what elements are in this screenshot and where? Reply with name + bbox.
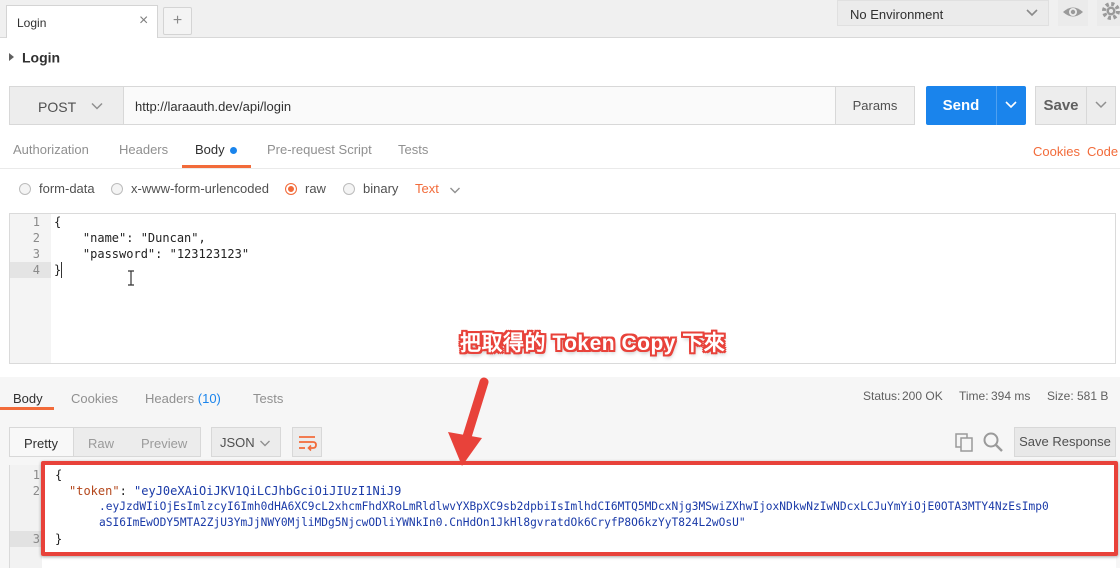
view-preview[interactable]: Preview <box>141 436 187 451</box>
ibeam-cursor-icon <box>128 270 134 286</box>
line-number: 3 <box>32 532 40 546</box>
save-response-button[interactable]: Save Response <box>1014 427 1116 457</box>
code-line: { <box>54 215 62 229</box>
line-number: 1 <box>32 215 40 229</box>
body-indicator-dot <box>229 147 237 155</box>
params-button[interactable]: Params <box>835 86 915 125</box>
line-number: 4 <box>32 263 40 277</box>
breadcrumb-title: Login <box>22 49 61 66</box>
request-tab[interactable]: Login × <box>6 5 158 38</box>
code-line: "name": "Duncan", <box>54 231 206 245</box>
response-tab-headers-label: Headers <box>145 391 195 406</box>
response-tab-body[interactable]: Body <box>13 391 43 406</box>
method-select[interactable]: POST <box>9 86 124 125</box>
code-link[interactable]: Code <box>1087 144 1118 159</box>
view-raw[interactable]: Raw <box>88 436 114 451</box>
radio-circle-selected <box>285 182 297 195</box>
status-value: 200 OK <box>902 389 943 403</box>
line-number: 2 <box>32 231 40 245</box>
eye-icon <box>1063 7 1083 17</box>
chevron-down-icon <box>91 102 103 110</box>
token-highlight-box <box>41 461 1118 556</box>
save-button[interactable]: Save <box>1035 86 1087 125</box>
radio-binary[interactable]: binary <box>343 180 398 196</box>
tab-authorization[interactable]: Authorization <box>13 142 89 157</box>
time-label: Time: <box>959 389 989 403</box>
chevron-down-icon <box>1026 9 1038 17</box>
format-label: JSON <box>220 435 255 450</box>
tab-body-label: Body <box>195 142 225 157</box>
environment-select-label: No Environment <box>850 7 944 22</box>
time-value: 394 ms <box>991 389 1031 403</box>
radio-circle <box>343 182 355 195</box>
tab-headers[interactable]: Headers <box>119 142 168 157</box>
settings-button[interactable] <box>1097 0 1120 26</box>
radio-label: x-www-form-urlencoded <box>131 181 269 197</box>
radio-x-www-form-urlencoded[interactable]: x-www-form-urlencoded <box>111 180 269 196</box>
url-input[interactable]: http://laraauth.dev/api/login <box>124 86 836 125</box>
annotation-label: 把取得的 Token Copy 下來 <box>460 332 726 355</box>
copy-icon[interactable] <box>954 432 974 452</box>
tab-body[interactable]: Body <box>195 142 237 157</box>
active-tab-indicator <box>0 407 54 410</box>
line-number: 2 <box>32 484 40 498</box>
tab-tests[interactable]: Tests <box>398 142 428 157</box>
radio-label: raw <box>305 181 326 197</box>
send-options-button[interactable] <box>996 86 1026 125</box>
request-tab-label: Login <box>17 16 47 30</box>
line-number: 1 <box>32 468 40 482</box>
search-icon[interactable] <box>982 431 1004 453</box>
close-tab-icon[interactable]: × <box>139 13 148 29</box>
code-line: "password": "123123123" <box>54 247 250 261</box>
breadcrumb[interactable]: Login <box>9 48 60 65</box>
annotation-arrow-icon <box>448 377 489 466</box>
content-type-select[interactable]: Text <box>415 181 461 196</box>
radio-label: form-data <box>39 181 95 197</box>
radio-form-data[interactable]: form-data <box>19 180 95 196</box>
chevron-down-icon <box>449 187 460 194</box>
method-label: POST <box>38 99 77 115</box>
tab-pre-request-script[interactable]: Pre-request Script <box>267 142 372 157</box>
environment-quick-look-button[interactable] <box>1058 0 1088 26</box>
headers-count-badge: (10) <box>197 391 221 406</box>
url-value: http://laraauth.dev/api/login <box>135 99 292 114</box>
chevron-down-icon <box>1095 101 1107 109</box>
gear-icon <box>1102 2 1120 20</box>
send-button[interactable]: Send <box>926 86 996 125</box>
wrap-lines-icon <box>299 436 317 452</box>
line-number: 3 <box>32 247 40 261</box>
chevron-down-icon <box>1005 101 1017 109</box>
caret-right-icon <box>9 53 14 62</box>
chevron-down-icon <box>260 440 270 447</box>
response-tab-tests[interactable]: Tests <box>253 391 283 406</box>
radio-circle <box>111 182 123 195</box>
radio-circle <box>19 182 31 195</box>
divider <box>0 168 1120 169</box>
format-select[interactable]: JSON <box>211 427 281 457</box>
new-tab-button[interactable]: + <box>163 7 192 35</box>
view-pretty[interactable]: Pretty <box>24 436 58 451</box>
response-tab-cookies[interactable]: Cookies <box>71 391 118 406</box>
status-label: Status: <box>863 389 901 403</box>
environment-select[interactable]: No Environment <box>837 0 1049 26</box>
radio-label: binary <box>363 181 399 197</box>
wrap-lines-button[interactable] <box>292 427 322 457</box>
view-mode-segmented: Pretty Raw Preview <box>9 427 201 457</box>
cookies-link[interactable]: Cookies <box>1033 144 1080 159</box>
content-type-label: Text <box>415 181 439 196</box>
text-cursor <box>61 262 62 278</box>
size-label: Size: <box>1047 389 1074 403</box>
response-tab-headers[interactable]: Headers (10) <box>145 391 221 406</box>
size-value: 581 B <box>1077 389 1109 403</box>
save-options-button[interactable] <box>1086 86 1116 125</box>
radio-raw[interactable]: raw <box>285 180 326 196</box>
